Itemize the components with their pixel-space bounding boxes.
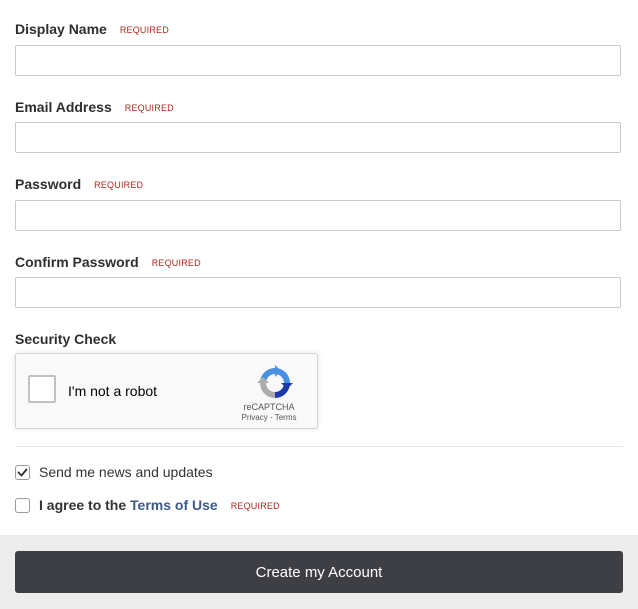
required-tag: REQUIRED (94, 180, 144, 190)
recaptcha-links[interactable]: Privacy - Terms (234, 413, 304, 422)
confirm-password-label: Confirm Password REQUIRED (15, 254, 201, 270)
confirm-password-label-text: Confirm Password (15, 254, 139, 270)
display-name-label-text: Display Name (15, 21, 107, 37)
email-address-label: Email Address REQUIRED (15, 99, 174, 115)
security-check-label: Security Check (15, 331, 117, 347)
password-label-text: Password (15, 176, 82, 192)
recaptcha-logo-icon (257, 365, 293, 398)
news-checkbox-label[interactable]: Send me news and updates (39, 464, 213, 480)
confirm-password-input[interactable] (15, 277, 621, 308)
password-input[interactable] (15, 200, 621, 231)
create-account-button[interactable]: Create my Account (15, 551, 623, 593)
required-tag: REQUIRED (124, 103, 174, 113)
recaptcha-checkbox[interactable] (28, 375, 56, 403)
display-name-input[interactable] (15, 45, 621, 76)
form-footer: Create my Account (0, 535, 638, 609)
terms-prefix: I agree to the (39, 497, 127, 513)
news-checkbox[interactable] (15, 465, 30, 480)
email-address-label-text: Email Address (15, 99, 112, 115)
display-name-label: Display Name REQUIRED (15, 21, 169, 37)
required-tag: REQUIRED (151, 258, 201, 268)
recaptcha-widget: I'm not a robot reCAPTCHA Privacy - Term… (15, 353, 318, 429)
checkmark-icon (17, 468, 28, 477)
divider (15, 446, 623, 447)
terms-checkbox-label: I agree to the Terms of Use REQUIRED (39, 497, 280, 513)
required-tag: REQUIRED (230, 501, 280, 511)
terms-of-use-link[interactable]: Terms of Use (130, 497, 218, 513)
terms-checkbox[interactable] (15, 498, 30, 513)
required-tag: REQUIRED (119, 25, 169, 35)
password-label: Password REQUIRED (15, 176, 143, 192)
recaptcha-label: I'm not a robot (68, 383, 158, 399)
email-address-input[interactable] (15, 122, 621, 153)
recaptcha-brand: reCAPTCHA (243, 402, 295, 412)
